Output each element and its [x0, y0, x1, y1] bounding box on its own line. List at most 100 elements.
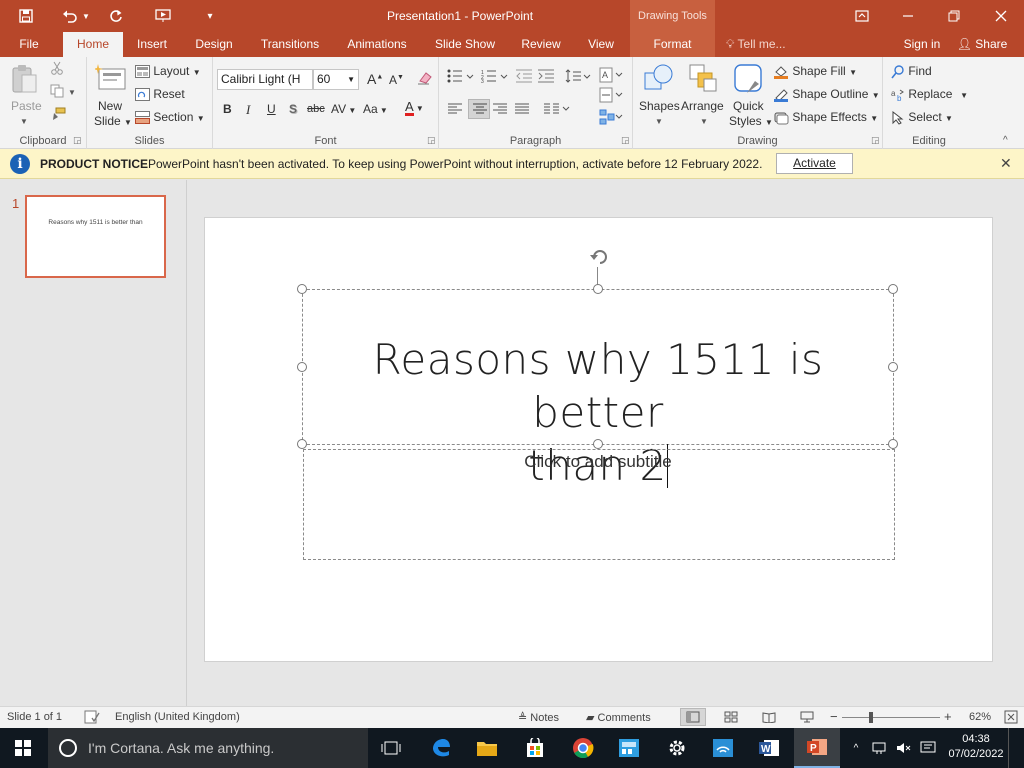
paste-dropdown-icon[interactable]: ▼: [20, 117, 28, 126]
resize-handle-t[interactable]: [593, 284, 603, 294]
spell-check-icon[interactable]: [84, 710, 100, 727]
increase-font-size-icon[interactable]: A▲: [367, 71, 383, 87]
ribbon-display-options-icon[interactable]: [839, 0, 885, 32]
layout-button[interactable]: Layout ▼: [135, 64, 201, 79]
new-slide-label-1[interactable]: New: [98, 99, 122, 113]
volume-muted-icon[interactable]: [892, 728, 916, 768]
smartart-icon[interactable]: [599, 109, 625, 128]
copy-icon[interactable]: [50, 84, 64, 101]
task-view-icon[interactable]: [368, 728, 414, 768]
store-icon[interactable]: [512, 728, 558, 768]
redo-icon[interactable]: [102, 0, 130, 32]
comments-button[interactable]: ▰ Comments: [586, 711, 651, 724]
clear-formatting-icon[interactable]: [417, 71, 433, 88]
drawing-launcher-icon[interactable]: ◲: [871, 135, 880, 146]
underline-button[interactable]: U: [267, 102, 276, 116]
new-slide-icon[interactable]: [93, 63, 126, 93]
tell-me-search[interactable]: 💡︎ Tell me...: [726, 32, 806, 57]
edge-browser-icon[interactable]: [418, 728, 464, 768]
paragraph-launcher-icon[interactable]: ◲: [621, 135, 630, 146]
zoom-slider-thumb[interactable]: [869, 712, 873, 723]
change-case-button[interactable]: Aa ▼: [363, 102, 388, 116]
zoom-out-icon[interactable]: −: [830, 709, 838, 724]
slide-sorter-view-icon[interactable]: [724, 711, 738, 726]
tab-transitions[interactable]: Transitions: [252, 32, 328, 57]
bold-button[interactable]: B: [223, 102, 232, 116]
align-center-icon[interactable]: [468, 99, 490, 119]
columns-icon[interactable]: [543, 103, 571, 118]
shapes-dropdown-icon[interactable]: ▼: [655, 117, 663, 126]
justify-icon[interactable]: [514, 103, 530, 118]
quick-styles-label-2[interactable]: Styles ▼: [729, 114, 773, 128]
tab-file[interactable]: File: [8, 32, 50, 57]
reading-view-icon[interactable]: [762, 711, 776, 726]
slide-thumbnail[interactable]: Reasons why 1511 is better than: [25, 195, 166, 278]
collapse-ribbon-icon[interactable]: ^: [1003, 135, 1008, 146]
notes-button[interactable]: ≜ Notes: [518, 711, 559, 724]
quick-styles-label-1[interactable]: Quick: [733, 99, 764, 113]
line-spacing-icon[interactable]: [565, 69, 591, 86]
zoom-level[interactable]: 62%: [969, 711, 991, 723]
show-hidden-icons-icon[interactable]: ^: [846, 728, 866, 768]
copy-dropdown-icon[interactable]: ▼: [68, 88, 76, 97]
action-center-icon[interactable]: [916, 728, 940, 768]
replace-button[interactable]: ab Replace ▼: [891, 87, 968, 102]
format-painter-icon[interactable]: [50, 107, 66, 124]
taskbar-clock[interactable]: 04:38 07/02/2022: [946, 732, 1006, 762]
chrome-icon[interactable]: [560, 728, 606, 768]
italic-button[interactable]: I: [246, 102, 250, 118]
show-desktop-button[interactable]: [1008, 728, 1022, 768]
decrease-indent-icon[interactable]: [515, 69, 533, 86]
language-status[interactable]: English (United Kingdom): [115, 711, 240, 723]
section-button[interactable]: Section ▼: [135, 110, 205, 125]
paste-icon[interactable]: [10, 63, 40, 93]
clipboard-launcher-icon[interactable]: ◲: [73, 135, 82, 146]
tab-view[interactable]: View: [580, 32, 622, 57]
subtitle-placeholder-text[interactable]: Click to add subtitle: [303, 452, 893, 472]
start-from-beginning-icon[interactable]: [150, 0, 178, 32]
rotate-handle-icon[interactable]: [588, 245, 612, 270]
cut-icon[interactable]: [50, 61, 64, 78]
quick-styles-icon[interactable]: [733, 63, 763, 93]
arrange-button[interactable]: Arrange: [681, 99, 724, 113]
tab-slide-show[interactable]: Slide Show: [428, 32, 502, 57]
fit-to-window-icon[interactable]: [1004, 710, 1018, 727]
zoom-slider-track[interactable]: [842, 717, 940, 718]
customize-quick-access-icon[interactable]: ▾: [196, 0, 224, 32]
align-right-icon[interactable]: [492, 103, 508, 118]
align-left-icon[interactable]: [447, 103, 463, 118]
font-launcher-icon[interactable]: ◲: [427, 135, 436, 146]
tab-home[interactable]: Home: [63, 32, 123, 58]
font-name-select[interactable]: Calibri Light (H: [217, 69, 313, 90]
tab-design[interactable]: Design: [186, 32, 242, 57]
font-color-button[interactable]: A ▼: [405, 100, 424, 116]
tab-review[interactable]: Review: [514, 32, 568, 57]
paste-button[interactable]: Paste: [11, 99, 42, 113]
select-button[interactable]: Select ▼: [891, 110, 953, 125]
decrease-font-size-icon[interactable]: A▼: [389, 73, 404, 87]
shape-effects-button[interactable]: Shape Effects ▼: [773, 110, 878, 125]
reset-button[interactable]: Reset: [135, 87, 185, 102]
text-direction-icon[interactable]: A: [599, 67, 625, 86]
sign-in-link[interactable]: Sign in: [898, 32, 946, 57]
cortana-search-box[interactable]: I'm Cortana. Ask me anything.: [48, 728, 368, 768]
tab-insert[interactable]: Insert: [128, 32, 176, 57]
bullets-icon[interactable]: [447, 69, 475, 86]
undo-dropdown-icon[interactable]: ▼: [78, 0, 94, 32]
share-button[interactable]: 👤︎ Share: [952, 32, 1012, 57]
character-spacing-button[interactable]: AV ▼: [331, 102, 356, 116]
increase-indent-icon[interactable]: [537, 69, 555, 86]
close-notice-icon[interactable]: ✕: [1000, 155, 1012, 172]
activate-button[interactable]: Activate: [776, 153, 853, 174]
font-size-select[interactable]: 60 ▼: [313, 69, 359, 90]
slide-show-view-icon[interactable]: [800, 711, 814, 726]
file-explorer-icon[interactable]: [464, 728, 510, 768]
save-icon[interactable]: [12, 0, 40, 32]
shapes-button[interactable]: Shapes: [639, 99, 680, 113]
tab-format[interactable]: Format: [630, 32, 715, 57]
settings-gear-icon[interactable]: [654, 728, 700, 768]
normal-view-icon[interactable]: [680, 708, 706, 726]
numbering-icon[interactable]: 123: [481, 69, 509, 86]
minimize-icon[interactable]: [885, 0, 931, 32]
tab-animations[interactable]: Animations: [338, 32, 416, 57]
